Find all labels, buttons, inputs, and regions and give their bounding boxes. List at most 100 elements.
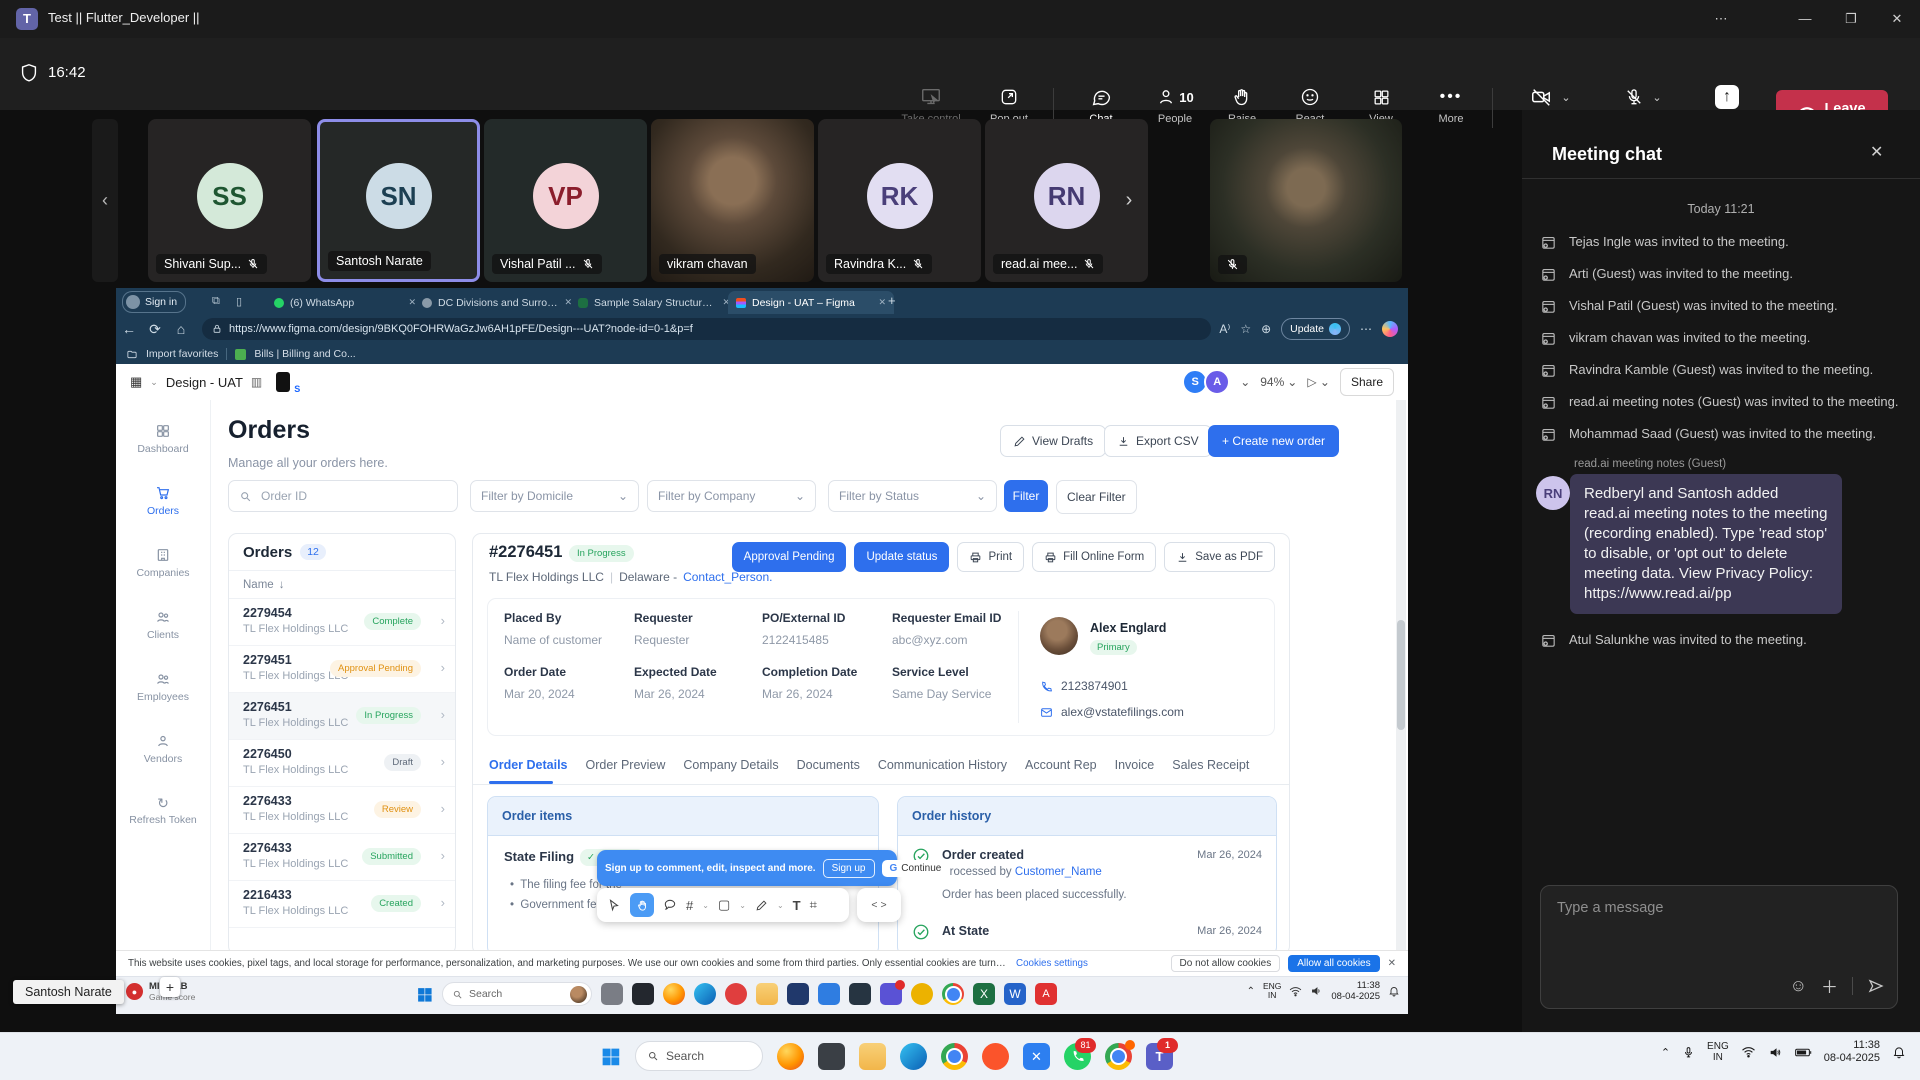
vertical-tabs-icon[interactable]: ▯ xyxy=(236,295,242,308)
app-icon[interactable] xyxy=(849,983,871,1005)
sidebar-item-clients[interactable]: Clients xyxy=(120,606,206,644)
lasso-tool-icon[interactable] xyxy=(663,898,677,912)
people-button[interactable]: 10 People xyxy=(1139,84,1211,140)
sidebar-item-employees[interactable]: Employees xyxy=(120,668,206,706)
tab-order-details[interactable]: Order Details xyxy=(489,758,568,772)
participant-tile[interactable]: SS Shivani Sup... xyxy=(148,119,311,282)
teams-icon[interactable]: T1 xyxy=(1146,1043,1173,1070)
refresh-icon[interactable]: ⟳ xyxy=(142,321,168,338)
bookmark-item[interactable]: Bills | Billing and Co... xyxy=(254,348,355,360)
browser-signin-button[interactable]: Sign in xyxy=(122,291,186,313)
mic-chevron-icon[interactable]: ⌄ xyxy=(1652,91,1661,104)
contact-person-link[interactable]: Contact_Person. xyxy=(683,570,772,584)
view-drafts-button[interactable]: View Drafts xyxy=(1000,425,1106,457)
order-row[interactable]: 2276433TL Flex Holdings LLCReview› xyxy=(229,787,455,834)
tab-company-details[interactable]: Company Details xyxy=(683,758,778,772)
tab-communication-history[interactable]: Communication History xyxy=(878,758,1007,772)
order-row[interactable]: 2279451TL Flex Holdings LLCApproval Pend… xyxy=(229,646,455,693)
zoom-level[interactable]: 94% ⌄ xyxy=(1260,375,1297,389)
acrobat-icon[interactable]: A xyxy=(1035,983,1057,1005)
wifi-icon[interactable] xyxy=(1741,1046,1756,1058)
tab-order-preview[interactable]: Order Preview xyxy=(586,758,666,772)
participant-tile-video[interactable]: vikram chavan xyxy=(651,119,814,282)
close-button[interactable]: ✕ xyxy=(1874,0,1920,38)
volume-icon[interactable] xyxy=(1310,985,1323,997)
present-button[interactable]: ▷ ⌄ xyxy=(1307,375,1330,389)
notification-bell-icon[interactable] xyxy=(1892,1045,1906,1059)
google-continue-button[interactable]: GContinue xyxy=(882,860,950,877)
app-icon[interactable] xyxy=(818,1043,845,1070)
contact-email[interactable]: alex@vstatefilings.com xyxy=(1040,705,1184,719)
clear-filter-button[interactable]: Clear Filter xyxy=(1056,480,1137,514)
excel-icon[interactable]: X xyxy=(973,983,995,1005)
app-icon[interactable] xyxy=(911,983,933,1005)
copilot-icon[interactable] xyxy=(1382,321,1398,337)
bookmark-item[interactable]: Import favorites xyxy=(146,348,218,360)
sidebar-item-vendors[interactable]: Vendors xyxy=(120,730,206,768)
filter-company-select[interactable]: Filter by Company⌄ xyxy=(647,480,816,512)
file-explorer-icon[interactable] xyxy=(756,983,778,1005)
url-field[interactable]: https://www.figma.com/design/9BKQ0FOHRWa… xyxy=(202,318,1211,340)
save-as-pdf-button[interactable]: Save as PDF xyxy=(1164,542,1275,572)
update-status-button[interactable]: Update status xyxy=(854,542,949,572)
collaborator-avatar[interactable]: A xyxy=(1204,369,1230,395)
name-column-header[interactable]: Name xyxy=(243,579,274,591)
signup-button[interactable]: Sign up xyxy=(823,859,875,878)
figma-share-button[interactable]: Share xyxy=(1340,368,1394,396)
text-tool-icon[interactable]: T xyxy=(793,898,801,913)
more-button[interactable]: ••• More xyxy=(1419,84,1483,140)
cookie-settings-link[interactable]: Cookies settings xyxy=(1016,958,1088,969)
browser-tab[interactable]: Sample Salary Structure with calc ✕ xyxy=(570,291,738,314)
back-icon[interactable]: ← xyxy=(116,321,142,337)
app-icon-x[interactable]: ✕ xyxy=(1023,1043,1050,1070)
emoji-icon[interactable]: ☺ xyxy=(1790,976,1807,996)
sidebar-item-orders[interactable]: Orders xyxy=(120,482,206,520)
chat-close-icon[interactable]: ✕ xyxy=(1870,142,1883,162)
inner-clock[interactable]: 11:3808-04-2025 xyxy=(1331,980,1380,1002)
sort-down-icon[interactable]: ↓ xyxy=(279,579,285,591)
order-row[interactable]: 2276450TL Flex Holdings LLCDraft› xyxy=(229,740,455,787)
browser-tab[interactable]: DC Divisions and Surroundings ✕ xyxy=(414,291,580,314)
create-new-order-button[interactable]: + Create new order xyxy=(1208,425,1339,457)
layout-panel-icon[interactable]: ▥ xyxy=(251,375,262,389)
fill-online-form-button[interactable]: Fill Online Form xyxy=(1032,542,1156,572)
tab-invoice[interactable]: Invoice xyxy=(1115,758,1155,772)
tiles-scroll-left[interactable]: ‹ xyxy=(92,119,118,282)
customer-name-link[interactable]: Customer_Name xyxy=(1015,866,1102,878)
page-scrollbar-thumb[interactable] xyxy=(1397,620,1405,730)
home-icon[interactable]: ⌂ xyxy=(168,321,194,337)
tray-chevron-icon[interactable]: ⌃ xyxy=(1661,1046,1670,1059)
browser-tab[interactable]: (6) WhatsApp ✕ xyxy=(266,291,424,314)
contact-phone[interactable]: 2123874901 xyxy=(1040,679,1128,693)
participant-tile-active-speaker[interactable]: SN Santosh Narate xyxy=(317,119,480,282)
tab-account-rep[interactable]: Account Rep xyxy=(1025,758,1097,772)
outlook-icon[interactable] xyxy=(818,983,840,1005)
chrome-icon[interactable] xyxy=(1105,1043,1132,1070)
figma-menu-chevron-icon[interactable]: ⌄ xyxy=(150,377,158,388)
chrome-icon[interactable] xyxy=(941,1043,968,1070)
filter-button[interactable]: Filter xyxy=(1004,480,1048,512)
app-icon[interactable] xyxy=(787,983,809,1005)
restore-button[interactable]: ❐ xyxy=(1828,0,1874,38)
sidebar-item-companies[interactable]: Companies xyxy=(120,544,206,582)
tiles-scroll-right[interactable]: › xyxy=(1118,180,1140,220)
whatsapp-icon[interactable]: 81 xyxy=(1064,1043,1091,1070)
deny-cookies-button[interactable]: Do not allow cookies xyxy=(1171,955,1281,972)
participant-tile[interactable]: RK Ravindra K... xyxy=(818,119,981,282)
tray-chevron-icon[interactable]: ⌃ xyxy=(1247,986,1255,997)
edge-icon[interactable] xyxy=(900,1043,927,1070)
tab-close-icon[interactable]: ✕ xyxy=(878,297,886,308)
order-row[interactable]: 2279454TL Flex Holdings LLCComplete› xyxy=(229,599,455,646)
volume-icon[interactable] xyxy=(1768,1046,1783,1059)
word-icon[interactable]: W xyxy=(1004,983,1026,1005)
send-icon[interactable] xyxy=(1867,977,1885,995)
export-csv-button[interactable]: Export CSV xyxy=(1104,425,1212,457)
chrome-icon[interactable] xyxy=(942,983,964,1005)
read-aloud-icon[interactable]: A⁾ xyxy=(1219,322,1230,336)
favorite-star-icon[interactable]: ☆ xyxy=(1240,322,1251,336)
app-icon[interactable] xyxy=(632,983,654,1005)
chat-text-input[interactable] xyxy=(1555,898,1879,962)
chat-input-box[interactable]: ☺ ＋ xyxy=(1540,885,1898,1009)
extensions-icon[interactable]: ⊕ xyxy=(1261,322,1271,336)
browser-tab-active[interactable]: Design - UAT – Figma ✕ xyxy=(728,291,894,314)
